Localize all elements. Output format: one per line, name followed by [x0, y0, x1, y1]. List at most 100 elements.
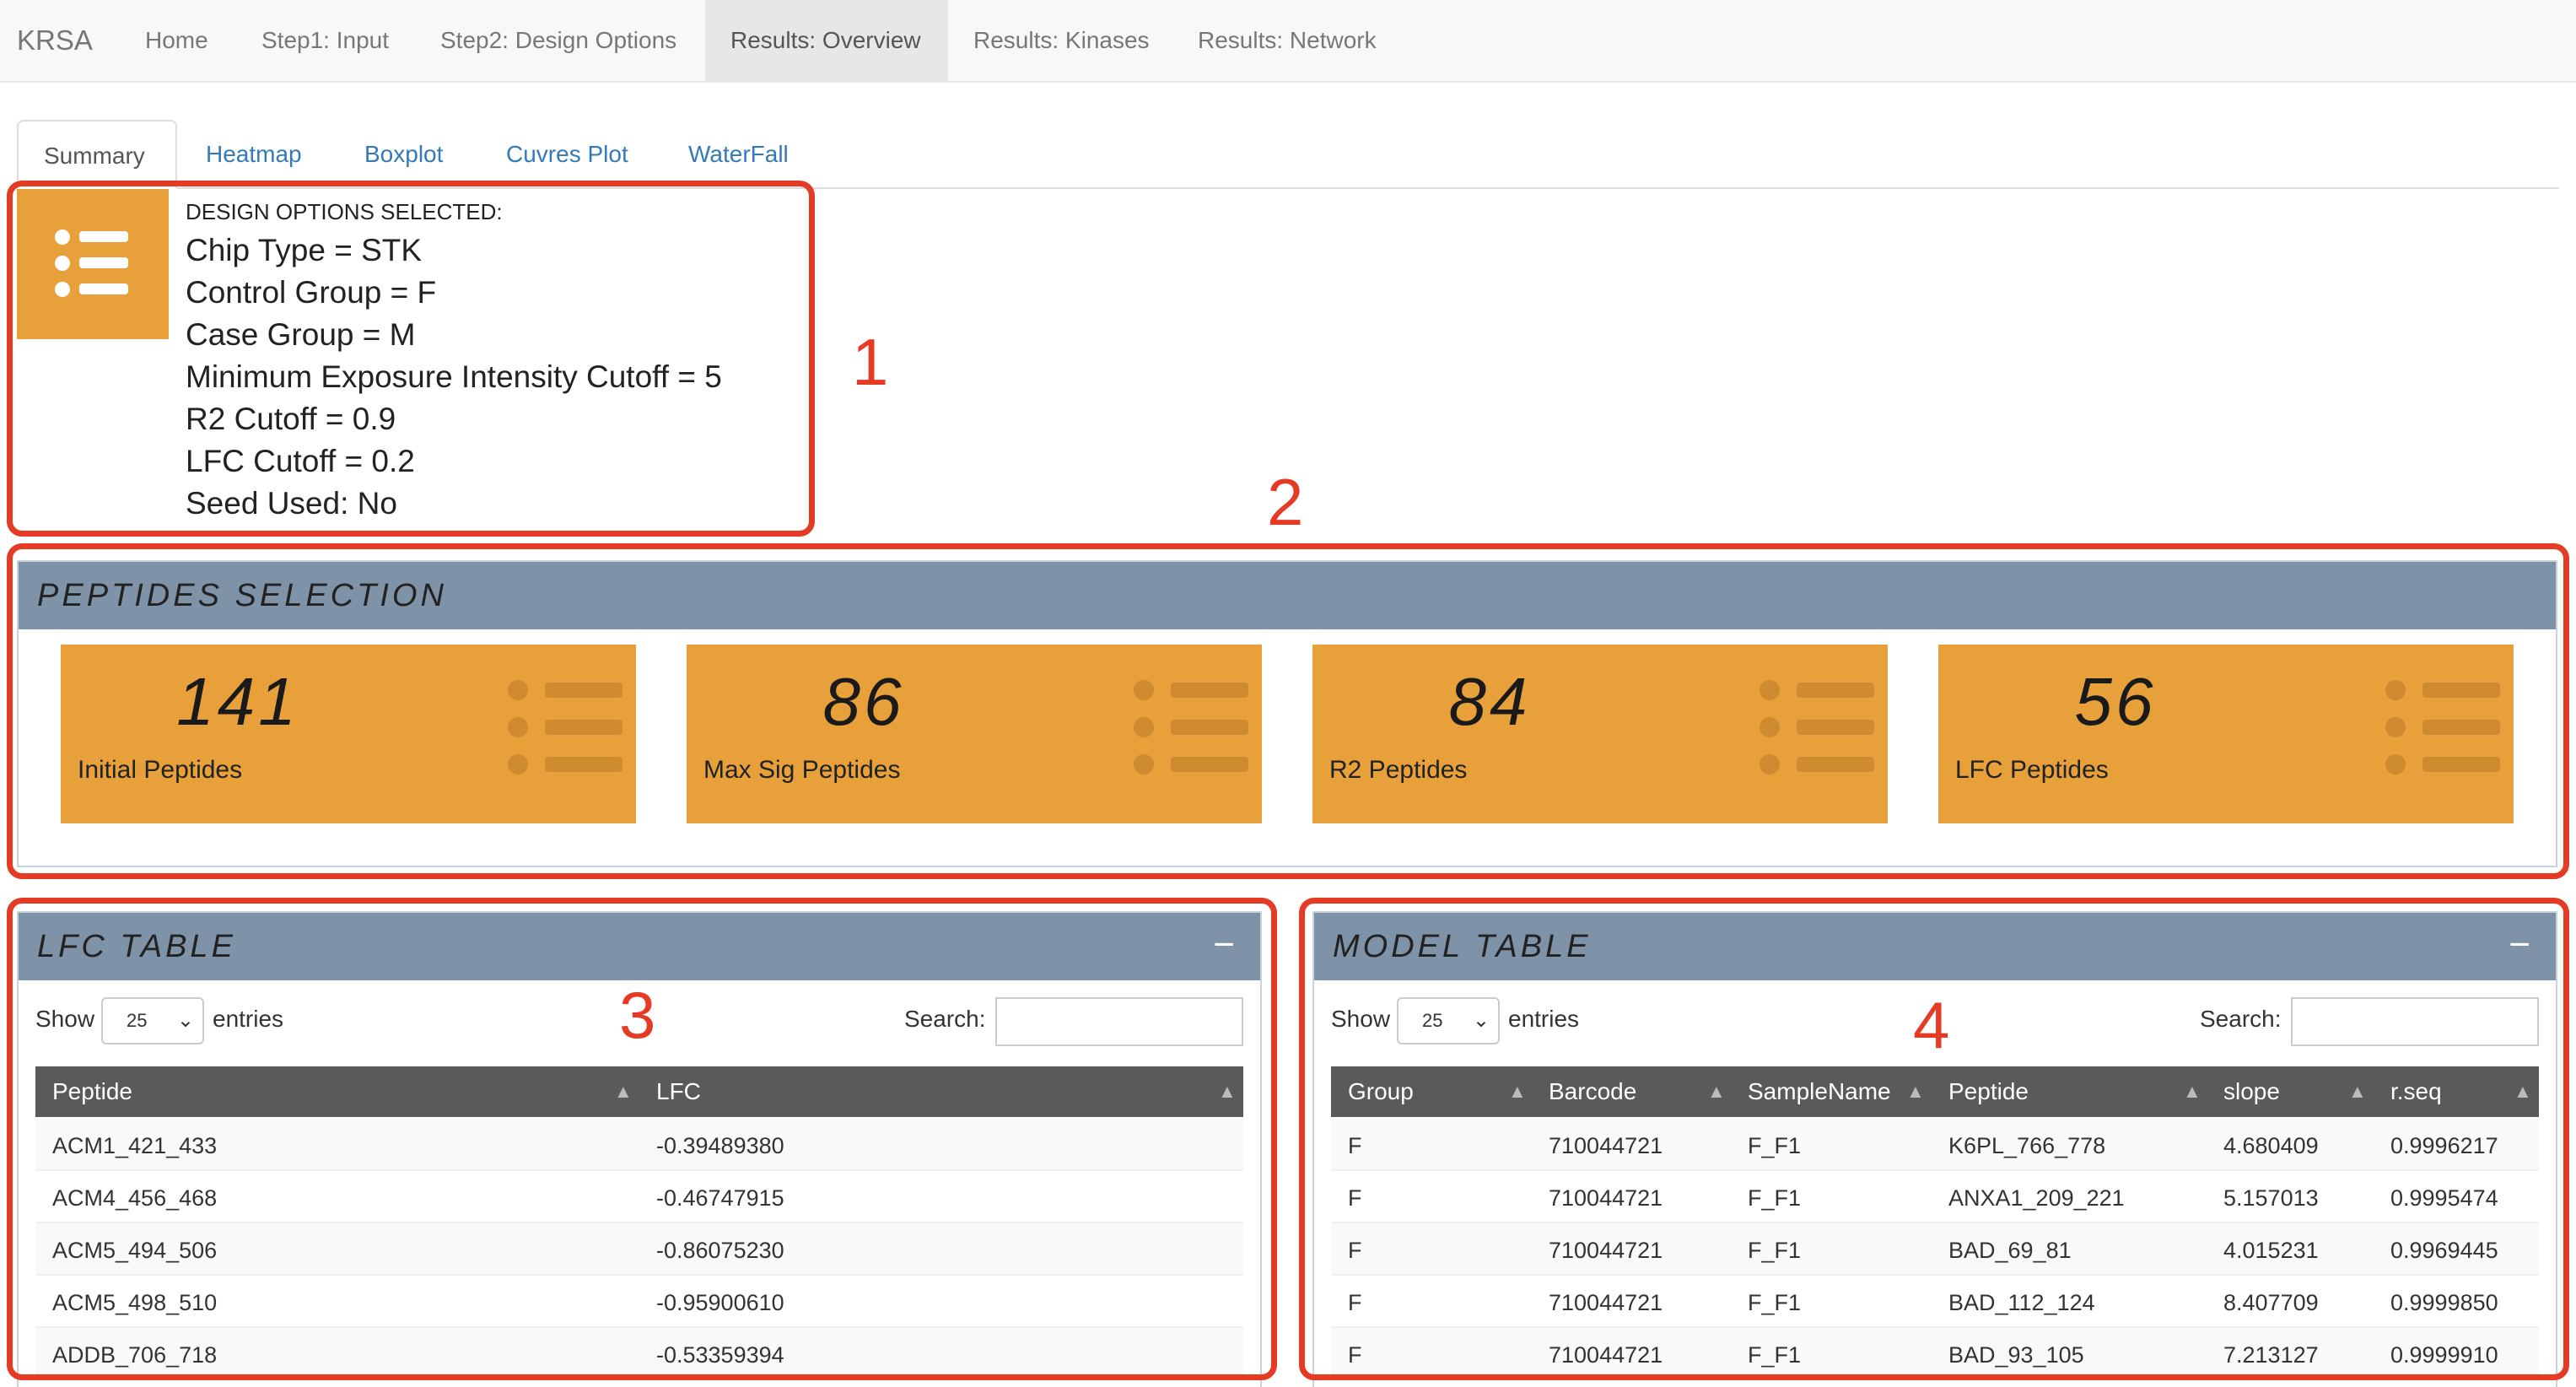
- lfc-cell-lfc: -0.86075230: [656, 1238, 784, 1263]
- table-row: ACM5_494_506 -0.86075230: [35, 1223, 1243, 1276]
- model-cell-barcode: 710044721: [1549, 1238, 1663, 1263]
- model-cell-peptide: K6PL_766_778: [1948, 1133, 2106, 1158]
- model-table-collapse-button[interactable]: −: [2509, 913, 2534, 977]
- list-icon: [1134, 680, 1248, 774]
- model-cell-barcode: 710044721: [1549, 1133, 1663, 1158]
- model-cell-slope: 7.213127: [2223, 1342, 2319, 1368]
- model-cell-slope: 5.157013: [2223, 1185, 2319, 1211]
- model-col-slope[interactable]: slope: [2223, 1066, 2280, 1117]
- model-cell-group: F: [1348, 1133, 1362, 1158]
- sort-icon[interactable]: ▲︎: [2183, 1066, 2201, 1117]
- table-row: ACM1_421_433 -0.39489380: [35, 1119, 1243, 1171]
- model-cell-samplename: F_F1: [1748, 1238, 1802, 1263]
- model-entries-select[interactable]: 25 ⌄: [1397, 997, 1500, 1044]
- lfc-cell-lfc: -0.95900610: [656, 1290, 784, 1315]
- lfc-show-label: Show: [35, 1006, 95, 1032]
- model-cell-samplename: F_F1: [1748, 1185, 1802, 1211]
- stat-r2-peptides: 84 R2 Peptides: [1312, 645, 1888, 823]
- model-cell-group: F: [1348, 1342, 1362, 1368]
- stat-value: 141: [176, 664, 299, 739]
- lfc-table-title: LFC TABLE −: [19, 913, 1260, 980]
- table-row: ADDB_706_718 -0.53359394: [35, 1328, 1243, 1380]
- tab-heatmap[interactable]: Heatmap: [181, 120, 327, 189]
- lfc-cell-peptide: ACM5_498_510: [52, 1290, 218, 1315]
- lfc-cell-lfc: -0.53359394: [656, 1342, 784, 1368]
- model-col-barcode[interactable]: Barcode: [1549, 1066, 1636, 1117]
- design-options-icon-box: [17, 189, 169, 339]
- nav-step1-input[interactable]: Step1: Input: [236, 0, 414, 81]
- model-cell-rseq: 0.9999850: [2390, 1290, 2498, 1315]
- sort-icon[interactable]: ▲︎: [1508, 1066, 1527, 1117]
- top-navbar: KRSA Home Step1: Input Step2: Design Opt…: [0, 0, 2576, 83]
- sort-icon[interactable]: ▲︎: [1218, 1066, 1237, 1117]
- stat-value: 84: [1448, 664, 1531, 739]
- sort-icon[interactable]: ▲︎: [2514, 1066, 2532, 1117]
- peptides-selection-title: PEPTIDES SELECTION: [19, 562, 2556, 629]
- model-col-peptide[interactable]: Peptide: [1948, 1066, 2029, 1117]
- model-cell-group: F: [1348, 1290, 1362, 1315]
- model-cell-rseq: 0.9999910: [2390, 1342, 2498, 1368]
- model-table-header: Group ▲︎ Barcode ▲︎ SampleName ▲︎ Peptid…: [1331, 1066, 2539, 1117]
- table-row: F 710044721 F_F1 ANXA1_209_221 5.157013 …: [1331, 1171, 2539, 1223]
- model-cell-rseq: 0.9996217: [2390, 1133, 2498, 1158]
- model-search-label: Search:: [2200, 1006, 2282, 1032]
- model-cell-rseq: 0.9995474: [2390, 1185, 2498, 1211]
- annotation-number-2: 2: [1267, 465, 1304, 539]
- list-icon: [55, 229, 128, 297]
- design-option-lfc-cutoff: LFC Cutoff = 0.2: [186, 444, 415, 478]
- design-option-chip-type: Chip Type = STK: [186, 233, 423, 267]
- nav-home[interactable]: Home: [120, 0, 234, 81]
- model-cell-samplename: F_F1: [1748, 1133, 1802, 1158]
- stat-initial-peptides: 141 Initial Peptides: [61, 645, 636, 823]
- stat-label: R2 Peptides: [1329, 756, 1468, 784]
- model-cell-peptide: BAD_112_124: [1948, 1290, 2095, 1315]
- annotation-number-1: 1: [852, 325, 889, 399]
- stat-label: LFC Peptides: [1955, 756, 2109, 784]
- lfc-cell-peptide: ACM4_456_468: [52, 1185, 218, 1211]
- nav-results-kinases[interactable]: Results: Kinases: [948, 0, 1175, 81]
- model-cell-group: F: [1348, 1238, 1362, 1263]
- sort-icon[interactable]: ▲︎: [2348, 1066, 2367, 1117]
- model-cell-slope: 4.015231: [2223, 1238, 2319, 1263]
- list-icon: [508, 680, 622, 774]
- sort-icon[interactable]: ▲︎: [1906, 1066, 1925, 1117]
- model-col-rseq[interactable]: r.seq: [2390, 1066, 2442, 1117]
- tab-waterfall[interactable]: WaterFall: [663, 120, 814, 189]
- tab-curves-plot[interactable]: Cuvres Plot: [481, 120, 654, 189]
- model-cell-group: F: [1348, 1185, 1362, 1211]
- lfc-col-peptide[interactable]: Peptide: [52, 1066, 132, 1117]
- stat-max-sig-peptides: 86 Max Sig Peptides: [687, 645, 1262, 823]
- lfc-search-input[interactable]: [995, 997, 1243, 1046]
- tab-summary[interactable]: Summary: [17, 120, 177, 189]
- lfc-entries-select[interactable]: 25 ⌄: [101, 997, 204, 1044]
- lfc-table-header: Peptide ▲︎ LFC ▲︎: [35, 1066, 1243, 1117]
- design-option-r2-cutoff: R2 Cutoff = 0.9: [186, 402, 396, 436]
- stat-value: 56: [2074, 664, 2157, 739]
- sort-icon[interactable]: ▲︎: [614, 1066, 633, 1117]
- app-brand[interactable]: KRSA: [17, 0, 93, 81]
- model-cell-barcode: 710044721: [1549, 1290, 1663, 1315]
- lfc-col-lfc[interactable]: LFC: [656, 1066, 701, 1117]
- nav-step2-design-options[interactable]: Step2: Design Options: [415, 0, 702, 81]
- lfc-table-collapse-button[interactable]: −: [1213, 913, 1238, 977]
- lfc-search-label: Search:: [904, 1006, 986, 1032]
- model-col-group[interactable]: Group: [1348, 1066, 1414, 1117]
- model-cell-peptide: BAD_69_81: [1948, 1238, 2072, 1263]
- table-row: F 710044721 F_F1 BAD_93_105 7.213127 0.9…: [1331, 1328, 2539, 1380]
- design-option-control-group: Control Group = F: [186, 275, 437, 310]
- lfc-cell-peptide: ACM5_494_506: [52, 1238, 218, 1263]
- list-icon: [2385, 680, 2500, 774]
- model-table-title-text: MODEL TABLE: [1333, 929, 1592, 964]
- tab-boxplot[interactable]: Boxplot: [339, 120, 468, 189]
- lfc-entries-value: 25: [127, 1010, 148, 1031]
- design-options-heading: DESIGN OPTIONS SELECTED:: [186, 199, 503, 224]
- sort-icon[interactable]: ▲︎: [1707, 1066, 1726, 1117]
- lfc-entries-label: entries: [213, 1006, 284, 1032]
- nav-results-overview[interactable]: Results: Overview: [705, 0, 948, 81]
- model-search-input[interactable]: [2291, 997, 2539, 1046]
- annotation-number-4: 4: [1913, 988, 1950, 1062]
- model-col-samplename[interactable]: SampleName: [1748, 1066, 1891, 1117]
- model-cell-samplename: F_F1: [1748, 1342, 1802, 1368]
- nav-results-network[interactable]: Results: Network: [1172, 0, 1402, 81]
- design-option-case-group: Case Group = M: [186, 317, 416, 352]
